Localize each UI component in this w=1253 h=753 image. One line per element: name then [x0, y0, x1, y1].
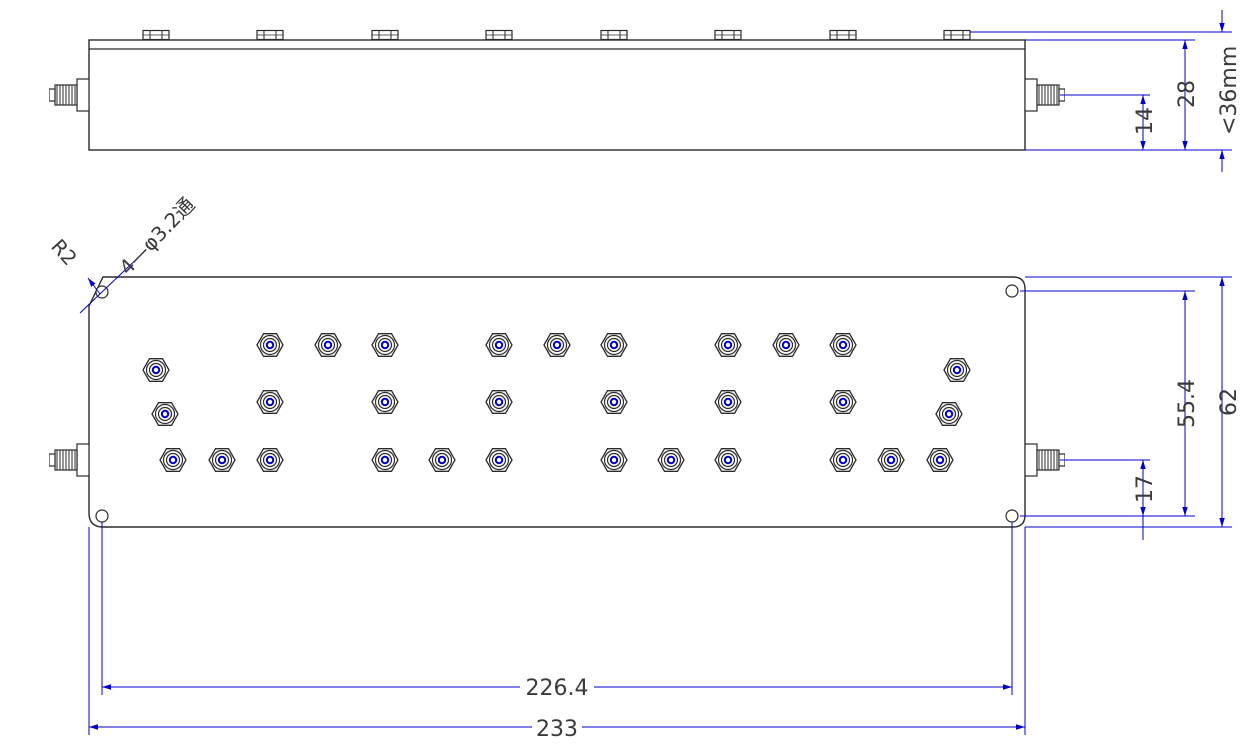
mounting-hole: [95, 509, 109, 523]
dim-height-total: <36mm: [1217, 46, 1242, 135]
tuning-screw-top: [485, 29, 513, 41]
tuning-screw: [926, 448, 954, 472]
tuning-screw: [600, 448, 628, 472]
tuning-screw: [256, 333, 284, 357]
tuning-screw: [829, 333, 857, 357]
dim-hole-spacing-horizontal: 226.4: [526, 676, 589, 701]
mounting-hole: [1005, 509, 1019, 523]
sma-connector-right: [1025, 443, 1065, 477]
tuning-screw: [543, 333, 571, 357]
hole-spec-label: 4—φ3.2通: [114, 192, 199, 279]
dim-body-height: 28: [1175, 80, 1200, 108]
side-view: <36mm 28 14: [49, 10, 1242, 172]
tuning-screw-top: [943, 29, 971, 41]
tuning-screw: [600, 390, 628, 414]
tuning-screw: [371, 333, 399, 357]
tuning-screw: [142, 358, 170, 382]
tuning-screw: [772, 333, 800, 357]
tuning-screw-top: [714, 29, 742, 41]
tuning-screw: [151, 402, 179, 426]
tuning-screw: [943, 358, 971, 382]
tuning-screw-top: [600, 29, 628, 41]
tuning-screw: [256, 448, 284, 472]
tuning-screw: [485, 390, 513, 414]
tuning-screw: [485, 333, 513, 357]
top-view-body: [88, 276, 1026, 528]
mounting-hole: [1005, 284, 1019, 298]
tuning-screw: [428, 448, 456, 472]
tuning-screw: [877, 448, 905, 472]
tuning-screw: [657, 448, 685, 472]
dim-hole-spacing-vertical: 55.4: [1175, 379, 1200, 428]
corner-radius-label: R2: [46, 234, 82, 270]
tuning-screw: [714, 390, 742, 414]
top-view: R2 4—φ3.2通 55.4 62 17 226.4 233: [46, 192, 1242, 742]
tuning-screw: [485, 448, 513, 472]
tuning-screw: [829, 390, 857, 414]
tuning-screw-top: [256, 29, 284, 41]
dim-connector-offset: 17: [1133, 475, 1158, 503]
tuning-screw: [371, 448, 399, 472]
tuning-screw: [600, 333, 628, 357]
tuning-screw-top: [142, 29, 170, 41]
side-view-tuning-screws: [142, 29, 971, 41]
tuning-screw: [714, 448, 742, 472]
sma-connector-right: [1025, 78, 1065, 112]
tuning-screw: [208, 448, 236, 472]
dim-width-total: 62: [1217, 388, 1242, 416]
technical-drawing: <36mm 28 14 R2 4—φ3.2通 55.4 62 17 226.4 …: [46, 10, 1242, 742]
tuning-screw: [159, 448, 187, 472]
tuning-screw: [829, 448, 857, 472]
dim-connector-center: 14: [1133, 107, 1158, 135]
sma-connector-left: [49, 78, 89, 112]
tuning-screw: [256, 390, 284, 414]
tuning-screw-top: [829, 29, 857, 41]
tuning-screw: [314, 333, 342, 357]
sma-connector-left: [49, 443, 89, 477]
tuning-screw: [714, 333, 742, 357]
tuning-screw: [371, 390, 399, 414]
dim-length-total: 233: [536, 717, 578, 742]
tuning-screw: [935, 402, 963, 426]
side-view-body: [88, 39, 1026, 151]
tuning-screw-top: [371, 29, 399, 41]
